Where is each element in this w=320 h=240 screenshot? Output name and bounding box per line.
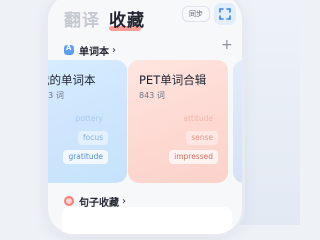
card-word-count: 843 词 [139, 91, 165, 100]
tab-translate[interactable]: 翻译 [64, 6, 100, 31]
wordbook-section-header[interactable]: 单词本 › [64, 43, 116, 58]
card-title: PET单词合辑 [139, 73, 207, 87]
chevron-right-icon: › [122, 195, 126, 207]
wordbook-card-next[interactable] [233, 60, 242, 183]
chevron-right-icon: › [112, 44, 116, 56]
wordbook-card-my[interactable]: 我的单词本 843 词 pottery focus gratitude [48, 60, 127, 183]
tab-favorites-label: 收藏 [109, 11, 145, 31]
wordbook-section-title: 单词本 [79, 46, 109, 58]
sentence-list-panel [62, 207, 232, 234]
sync-button[interactable]: 同步 [182, 6, 210, 22]
sentence-icon [64, 196, 74, 206]
tab-favorites[interactable]: 收藏 [109, 6, 145, 31]
wordbook-icon [64, 44, 74, 55]
phone-frame: 翻译 收藏 同步 单词本 › + 我的单词本 843 词 pottery foc… [48, 0, 242, 234]
word-chip: impressed [169, 150, 218, 164]
word-chip: gratitude [63, 150, 108, 164]
scan-icon [219, 8, 231, 20]
word-chip: attitude [183, 114, 213, 123]
add-wordbook-button[interactable]: + [221, 38, 233, 52]
word-chip: pottery [75, 114, 103, 123]
sentence-section-header[interactable]: 句子收藏 › [64, 194, 126, 209]
wordbook-card-pet[interactable]: PET单词合辑 843 词 attitude sense impressed [128, 60, 228, 183]
word-chip: sense [186, 131, 218, 145]
card-title: 我的单词本 [48, 73, 96, 87]
scan-button[interactable] [214, 3, 236, 25]
word-chip: focus [77, 131, 108, 145]
card-word-count: 843 词 [48, 91, 64, 100]
